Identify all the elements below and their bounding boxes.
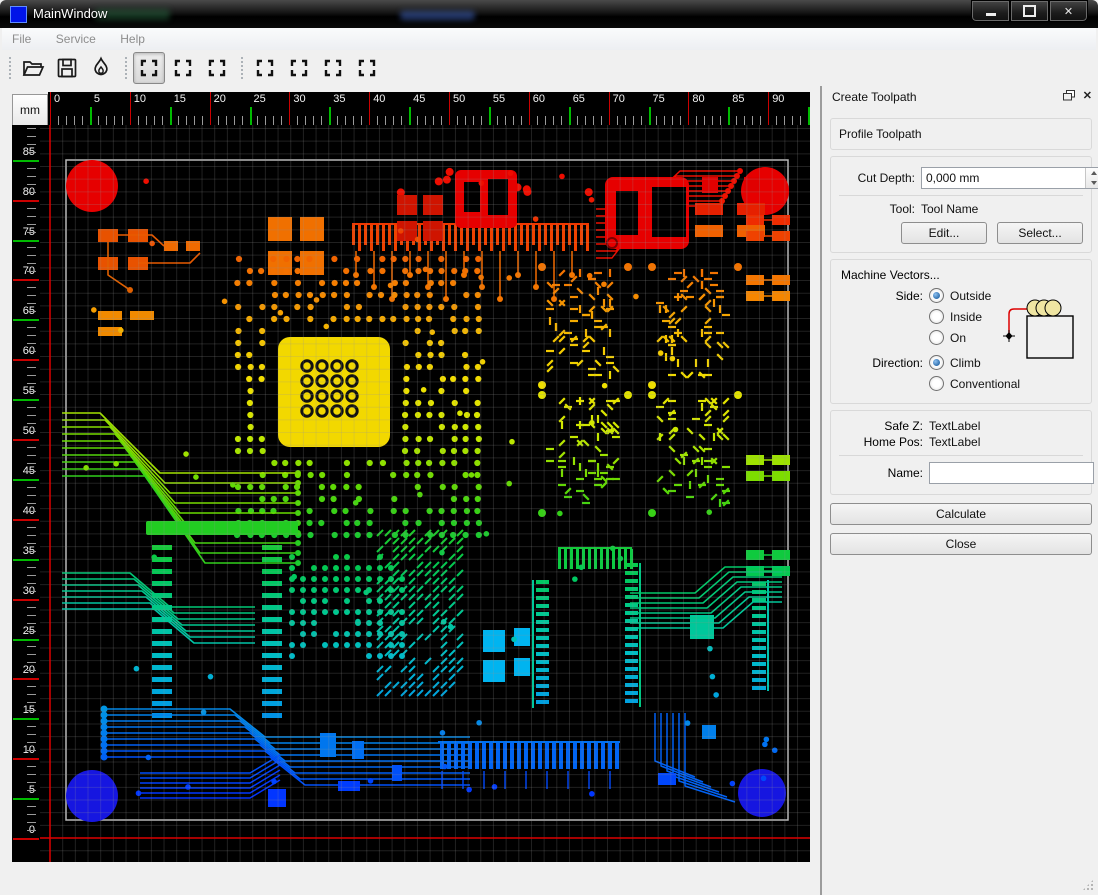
panel-title-bar[interactable]: Create Toolpath ✕ <box>822 86 1098 112</box>
open-folder-icon <box>21 56 45 80</box>
burn-button[interactable] <box>85 52 117 84</box>
spin-down-icon[interactable] <box>1086 178 1098 188</box>
frame-select-button-2[interactable] <box>167 52 199 84</box>
title-bar[interactable]: MainWindow ✕ <box>0 0 1098 28</box>
ruler-horizontal: 05101520253035404550556065707580859095 <box>48 92 810 125</box>
profile-toolpath-group: Profile Toolpath <box>830 118 1092 150</box>
ruler-unit-button[interactable]: mm <box>12 94 48 126</box>
edit-tool-button[interactable]: Edit... <box>901 222 987 244</box>
direction-conventional-label: Conventional <box>950 377 1020 391</box>
close-icon: ✕ <box>1064 5 1073 18</box>
panel-close-icon[interactable]: ✕ <box>1083 89 1092 102</box>
side-outside-radio[interactable] <box>929 288 944 303</box>
profile-toolpath-label: Profile Toolpath <box>839 127 922 141</box>
direction-climb-label: Climb <box>950 356 981 370</box>
frame-select-button-6[interactable] <box>317 52 349 84</box>
save-file-button[interactable] <box>51 52 83 84</box>
glass-smudge <box>400 11 475 20</box>
separator <box>839 455 1083 456</box>
calculate-button[interactable]: Calculate <box>830 503 1092 525</box>
close-button[interactable]: ✕ <box>1049 0 1088 22</box>
safe-z-value: TextLabel <box>929 419 980 433</box>
selection-frame-icon <box>356 57 378 79</box>
toolbar-grip[interactable] <box>8 56 12 80</box>
select-tool-button[interactable]: Select... <box>997 222 1083 244</box>
tool-label: Tool: <box>839 202 921 216</box>
toolbar <box>2 50 1096 87</box>
selection-frame-icon <box>138 57 160 79</box>
window-title: MainWindow <box>33 6 107 21</box>
minimize-button[interactable] <box>971 0 1010 22</box>
spin-up-icon[interactable] <box>1086 168 1098 178</box>
selection-frame-icon <box>172 57 194 79</box>
maximize-button[interactable] <box>1010 0 1049 22</box>
cut-depth-label: Cut Depth: <box>839 171 921 185</box>
burn-flame-icon <box>89 56 113 80</box>
direction-label: Direction: <box>839 356 929 370</box>
machine-vectors-group: Machine Vectors... Side: Outside Inside … <box>830 259 1092 404</box>
selection-frame-icon <box>206 57 228 79</box>
side-label: Side: <box>839 289 929 303</box>
side-outside-label: Outside <box>950 289 991 303</box>
frame-select-button-3[interactable] <box>201 52 233 84</box>
frame-select-button-4[interactable] <box>249 52 281 84</box>
frame-select-button-7[interactable] <box>351 52 383 84</box>
app-icon <box>10 6 27 23</box>
pcb-canvas-viewport[interactable] <box>40 125 810 862</box>
menu-help[interactable]: Help <box>110 28 155 46</box>
menu-bar: File Service Help <box>2 28 1096 50</box>
frame-select-button-5[interactable] <box>283 52 315 84</box>
selection-frame-icon <box>322 57 344 79</box>
name-input[interactable] <box>929 462 1094 484</box>
selection-frame-icon <box>288 57 310 79</box>
machine-vectors-label: Machine Vectors... <box>841 268 1083 282</box>
separator <box>839 195 1083 196</box>
toolbar-grip[interactable] <box>240 56 244 80</box>
float-panel-icon[interactable] <box>1063 90 1075 101</box>
side-inside-radio[interactable] <box>929 309 944 324</box>
menu-service[interactable]: Service <box>46 28 106 46</box>
home-pos-value: TextLabel <box>929 435 980 449</box>
open-file-button[interactable] <box>17 52 49 84</box>
frame-select-button-1[interactable] <box>133 52 165 84</box>
close-panel-button[interactable]: Close <box>830 533 1092 555</box>
direction-climb-radio[interactable] <box>929 355 944 370</box>
main-area: mm 0510152025303540455055606570758085909… <box>0 86 1098 895</box>
pcb-artwork <box>40 125 810 862</box>
save-floppy-icon <box>55 56 79 80</box>
main-window: MainWindow ✕ File Service Help <box>0 0 1098 895</box>
home-pos-label: Home Pos: <box>839 435 929 449</box>
output-group: Safe Z: TextLabel Home Pos: TextLabel Na… <box>830 410 1092 495</box>
window-controls: ✕ <box>971 0 1088 22</box>
tool-name-value: Tool Name <box>921 202 978 216</box>
name-label: Name: <box>839 466 929 480</box>
side-on-radio[interactable] <box>929 330 944 345</box>
ruler-vertical: 0510152025303540455055606570758085 <box>12 125 40 862</box>
safe-z-label: Safe Z: <box>839 419 929 433</box>
menu-file[interactable]: File <box>2 28 41 46</box>
direction-conventional-radio[interactable] <box>929 376 944 391</box>
cut-depth-spinbox[interactable] <box>921 167 1098 189</box>
side-inside-label: Inside <box>950 310 982 324</box>
machining-side-diagram <box>1001 298 1081 362</box>
side-on-label: On <box>950 331 966 345</box>
create-toolpath-panel: Create Toolpath ✕ Profile Toolpath Cut D… <box>820 86 1098 895</box>
selection-frame-icon <box>254 57 276 79</box>
toolbar-grip[interactable] <box>124 56 128 80</box>
panel-title: Create Toolpath <box>832 90 917 104</box>
cut-depth-tool-group: Cut Depth: Tool: Tool Name Edit... <box>830 156 1092 253</box>
maximize-icon <box>1023 5 1036 17</box>
cut-depth-input[interactable] <box>922 168 1085 188</box>
minimize-icon <box>986 13 996 16</box>
